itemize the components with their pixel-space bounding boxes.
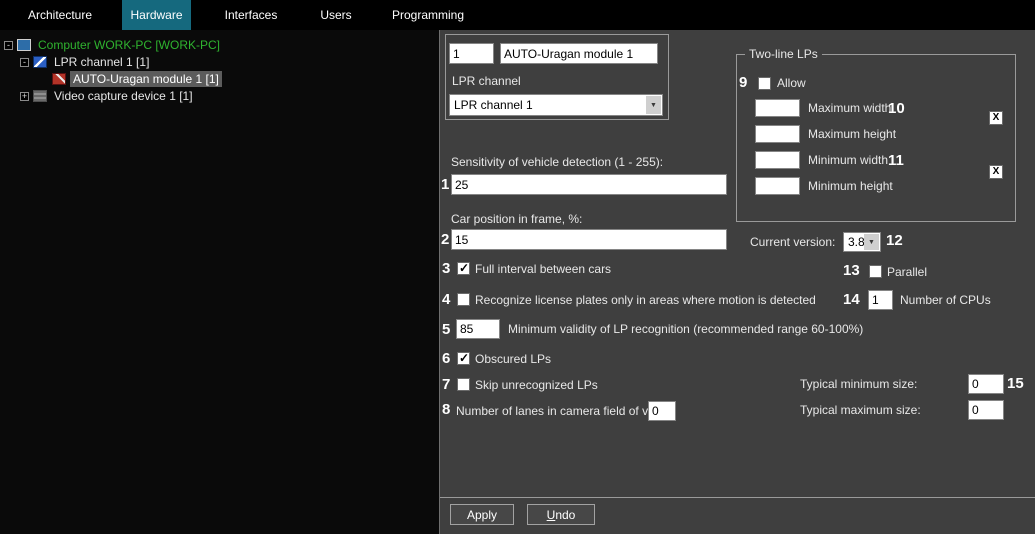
tree-item-uragan-module[interactable]: AUTO-Uragan module 1 [1] [52, 71, 222, 87]
min-height-label: Minimum height [808, 179, 893, 193]
callout-11: 11 [888, 152, 904, 169]
module-number-field[interactable] [449, 43, 494, 64]
callout-6: 6 [442, 350, 450, 367]
callout-12: 12 [886, 232, 903, 249]
cpus-field[interactable] [868, 290, 893, 310]
tab-hardware[interactable]: Hardware [122, 0, 191, 30]
module-settings-panel: LPR channel LPR channel 1 Two-line LPs 9… [440, 30, 1035, 534]
lpr-channel-select[interactable]: LPR channel 1 [449, 94, 663, 116]
tab-programming[interactable]: Programming [383, 0, 473, 30]
min-width-field[interactable] [755, 151, 800, 169]
tab-architecture[interactable]: Architecture [10, 0, 110, 30]
callout-13: 13 [843, 262, 860, 279]
obscured-lps-checkbox[interactable] [457, 352, 470, 365]
typical-max-size-field[interactable] [968, 400, 1004, 420]
min-width-label: Minimum width [808, 153, 888, 167]
typical-min-size-field[interactable] [968, 374, 1004, 394]
video-capture-icon [33, 90, 47, 102]
device-tree-panel: - Computer WORK-PC [WORK-PC] - LPR chann… [0, 30, 440, 534]
car-position-label: Car position in frame, %: [451, 212, 582, 226]
expand-icon[interactable]: + [20, 92, 29, 101]
current-version-select[interactable]: 3.8 [843, 232, 881, 252]
full-interval-label: Full interval between cars [475, 262, 611, 276]
tree-item-video-capture[interactable]: + Video capture device 1 [1] [20, 88, 196, 104]
callout-2: 2 [441, 231, 449, 248]
motion-areas-label: Recognize license plates only in areas w… [475, 293, 816, 307]
lanes-label: Number of lanes in camera field of view: [456, 404, 669, 418]
collapse-icon[interactable]: - [4, 41, 13, 50]
computer-icon [17, 39, 31, 51]
max-height-field[interactable] [755, 125, 800, 143]
clear-min-size-button[interactable]: X [989, 165, 1003, 179]
car-position-field[interactable] [451, 229, 727, 250]
typical-max-size-label: Typical maximum size: [800, 403, 921, 417]
callout-14: 14 [843, 291, 860, 308]
full-interval-checkbox[interactable] [457, 262, 470, 275]
callout-1: 1 [441, 176, 449, 193]
callout-3: 3 [442, 260, 450, 277]
callout-5: 5 [442, 321, 450, 338]
chevron-down-icon[interactable] [646, 96, 661, 114]
callout-9: 9 [739, 74, 747, 91]
parallel-checkbox[interactable] [869, 265, 882, 278]
tree-item-label: AUTO-Uragan module 1 [1] [70, 71, 222, 87]
callout-7: 7 [442, 376, 450, 393]
skip-unrecognized-label: Skip unrecognized LPs [475, 378, 598, 392]
skip-unrecognized-checkbox[interactable] [457, 378, 470, 391]
lpr-channel-selected-value: LPR channel 1 [454, 98, 533, 112]
min-validity-field[interactable] [456, 319, 500, 339]
max-width-label: Maximum width [808, 101, 891, 115]
tree-item-lpr-channel[interactable]: - LPR channel 1 [1] [20, 54, 152, 70]
callout-4: 4 [442, 291, 450, 308]
tab-users[interactable]: Users [301, 0, 371, 30]
max-width-field[interactable] [755, 99, 800, 117]
typical-min-size-label: Typical minimum size: [800, 377, 917, 391]
allow-label: Allow [777, 76, 806, 90]
module-icon [52, 73, 66, 85]
module-name-field[interactable] [500, 43, 658, 64]
tab-interfaces[interactable]: Interfaces [203, 0, 299, 30]
parallel-label: Parallel [887, 265, 927, 279]
footer-divider [440, 497, 1035, 498]
lanes-field[interactable] [648, 401, 676, 421]
callout-10: 10 [888, 100, 905, 117]
collapse-icon[interactable]: - [20, 58, 29, 67]
allow-checkbox[interactable] [758, 77, 771, 90]
callout-8: 8 [442, 401, 450, 418]
min-height-field[interactable] [755, 177, 800, 195]
tree-item-label: LPR channel 1 [1] [51, 54, 152, 70]
sensitivity-label: Sensitivity of vehicle detection (1 - 25… [451, 155, 663, 169]
tree-item-computer[interactable]: - Computer WORK-PC [WORK-PC] [4, 37, 223, 53]
tree-item-label: Computer WORK-PC [WORK-PC] [35, 37, 223, 53]
chevron-down-icon[interactable] [864, 234, 879, 250]
apply-button[interactable]: Apply [450, 504, 514, 525]
top-tab-bar: Architecture Hardware Interfaces Users P… [0, 0, 1035, 30]
tree-item-label: Video capture device 1 [1] [51, 88, 196, 104]
cpus-label: Number of CPUs [900, 293, 991, 307]
clear-max-size-button[interactable]: X [989, 111, 1003, 125]
obscured-lps-label: Obscured LPs [475, 352, 551, 366]
max-height-label: Maximum height [808, 127, 896, 141]
two-line-lps-title: Two-line LPs [745, 47, 822, 61]
min-validity-label: Minimum validity of LP recognition (reco… [508, 322, 863, 336]
undo-button[interactable]: Undo [527, 504, 595, 525]
sensitivity-field[interactable] [451, 174, 727, 195]
current-version-value: 3.8 [848, 235, 865, 249]
app-window: Architecture Hardware Interfaces Users P… [0, 0, 1035, 534]
callout-15: 15 [1007, 375, 1024, 392]
current-version-label: Current version: [750, 235, 835, 249]
motion-areas-checkbox[interactable] [457, 293, 470, 306]
lpr-channel-icon [33, 56, 47, 68]
lpr-channel-label: LPR channel [452, 74, 521, 88]
